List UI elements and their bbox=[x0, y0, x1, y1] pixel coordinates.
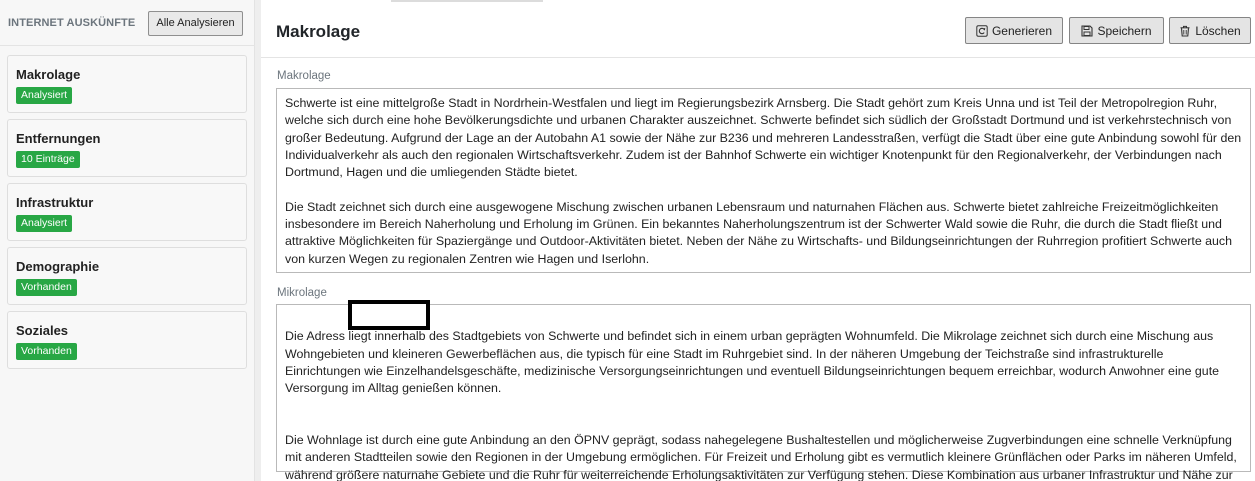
sidebar-item-label: Demographie bbox=[16, 259, 100, 274]
sidebar-title: INTERNET AUSKÜNFTE bbox=[8, 17, 136, 29]
sidebar: INTERNET AUSKÜNFTE Alle Analysieren Makr… bbox=[0, 0, 255, 481]
generate-button[interactable]: Generieren bbox=[965, 17, 1063, 44]
sidebar-item-label: Makrolage bbox=[16, 67, 81, 82]
redaction-box bbox=[348, 300, 430, 330]
makrolage-field-label: Makrolage bbox=[277, 70, 331, 82]
top-strip bbox=[391, 0, 543, 2]
status-badge: Analysiert bbox=[16, 215, 73, 232]
page-title: Makrolage bbox=[276, 22, 361, 41]
save-button-label: Speichern bbox=[1097, 23, 1152, 38]
save-button[interactable]: Speichern bbox=[1069, 17, 1164, 44]
mikrolage-paragraph: Die Wohnlage ist durch eine gute Anbindu… bbox=[285, 433, 1237, 481]
status-badge: Vorhanden bbox=[16, 343, 77, 360]
analyze-all-button[interactable]: Alle Analysieren bbox=[148, 11, 243, 36]
status-badge: 10 Einträge bbox=[16, 151, 80, 168]
floppy-disk-icon bbox=[1081, 24, 1094, 37]
trash-icon bbox=[1180, 25, 1190, 37]
sidebar-item-makrolage[interactable]: Makrolage Analysiert bbox=[7, 55, 247, 113]
sidebar-item-infrastruktur[interactable]: Infrastruktur Analysiert bbox=[7, 183, 247, 241]
sidebar-item-label: Infrastruktur bbox=[16, 195, 94, 210]
status-badge: Vorhanden bbox=[16, 279, 77, 296]
delete-button[interactable]: Löschen bbox=[1169, 17, 1251, 44]
sidebar-item-demographie[interactable]: Demographie Vorhanden bbox=[7, 247, 247, 305]
sidebar-header: INTERNET AUSKÜNFTE Alle Analysieren bbox=[0, 0, 255, 46]
main-panel: Makrolage Generieren Speichern Löschen M… bbox=[261, 0, 1255, 481]
sidebar-item-soziales[interactable]: Soziales Vorhanden bbox=[7, 311, 247, 369]
generate-button-label: Generieren bbox=[991, 23, 1053, 38]
sidebar-item-label: Entfernungen bbox=[16, 131, 101, 146]
sidebar-item-label: Soziales bbox=[16, 323, 69, 338]
header-divider bbox=[261, 57, 1255, 58]
makrolage-paragraph: Schwerte ist eine mittelgroße Stadt in N… bbox=[285, 96, 1242, 180]
delete-button-label: Löschen bbox=[1195, 23, 1241, 38]
makrolage-paragraph: Die Stadt zeichnet sich durch eine ausge… bbox=[285, 199, 1233, 266]
mikrolage-field-label: Mikrolage bbox=[277, 287, 327, 299]
refresh-icon bbox=[976, 24, 988, 37]
mikrolage-paragraph: Die Adress liegt innerhalb des Stadtgebi… bbox=[285, 329, 1220, 396]
status-badge: Analysiert bbox=[16, 87, 73, 104]
sidebar-item-entfernungen[interactable]: Entfernungen 10 Einträge bbox=[7, 119, 247, 177]
makrolage-textarea[interactable]: Schwerte ist eine mittelgroße Stadt in N… bbox=[276, 88, 1251, 273]
